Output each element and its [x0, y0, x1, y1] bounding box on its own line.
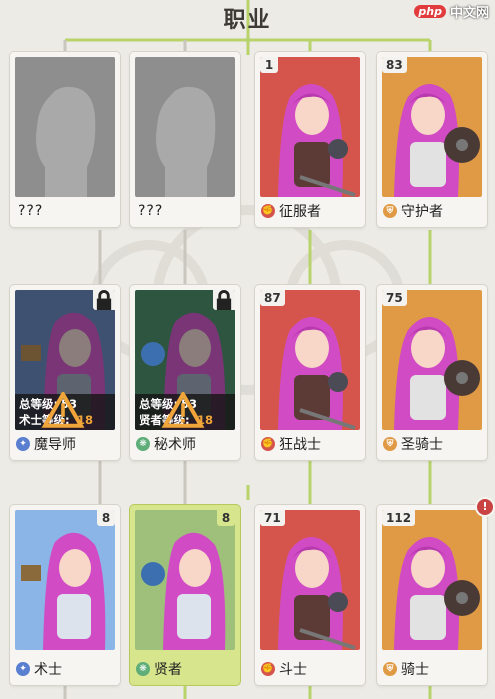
shield-icon: ⛨ [383, 204, 397, 218]
class-name: 骑士 [401, 662, 429, 678]
class-name: ??? [18, 203, 44, 219]
class-name: 征服者 [279, 204, 321, 220]
class-level: 112 [382, 510, 416, 526]
class-card-fighter[interactable]: 71 ✊ 斗士 [255, 505, 365, 685]
class-name-row: ❋ 贤者 [136, 659, 182, 679]
class-name: ??? [138, 203, 164, 219]
class-level: 71 [260, 510, 285, 526]
class-level: 75 [382, 290, 407, 306]
class-name: 圣骑士 [401, 437, 443, 453]
class-card-guardian[interactable]: 83 ⛨ 守护者 [377, 52, 487, 227]
class-name: 守护者 [401, 204, 443, 220]
arcane-icon: ❋ [136, 437, 150, 451]
class-name-row: ⛨ 守护者 [383, 201, 443, 221]
character-portrait: 75 [382, 290, 482, 430]
class-level: 8 [97, 510, 115, 526]
class-name-row: ✊ 斗士 [261, 659, 307, 679]
class-name: 狂战士 [279, 437, 321, 453]
class-name: 术士 [34, 662, 62, 678]
magic-icon: ✦ [16, 437, 30, 451]
alert-badge: ! [477, 499, 493, 515]
lock-icon [93, 290, 115, 310]
class-name: 斗士 [279, 662, 307, 678]
class-level: 87 [260, 290, 285, 306]
fist-icon: ✊ [261, 204, 275, 218]
class-name-row: ✊ 狂战士 [261, 434, 321, 454]
class-card-magus[interactable]: 总等级: 53 术士等级: 18 ✦ 魔导师 [10, 285, 120, 460]
watermark-logo: php [414, 5, 446, 18]
shield-icon: ⛨ [383, 437, 397, 451]
fist-icon: ✊ [261, 662, 275, 676]
character-portrait: 总等级: 53 术士等级: 18 [15, 290, 115, 430]
class-name-row: ✦ 术士 [16, 659, 62, 679]
class-card-knight[interactable]: 112 ⛨ 骑士 ! [377, 499, 493, 685]
fist-icon: ✊ [261, 437, 275, 451]
class-card-warlock[interactable]: 8 ✦ 术士 [10, 505, 120, 685]
warning-icon [41, 392, 85, 428]
warning-icon [161, 392, 205, 428]
class-name-row: ⛨ 骑士 [383, 659, 429, 679]
silhouette-portrait [135, 57, 235, 197]
lock-icon [213, 290, 235, 310]
watermark: php 中文网 [414, 2, 489, 21]
character-portrait: 71 [260, 510, 360, 650]
character-portrait: 1 [260, 57, 360, 197]
unlock-requirements: 总等级: 53 贤者等级: 18 [135, 392, 235, 430]
class-level: 8 [217, 510, 235, 526]
character-portrait: 83 [382, 57, 482, 197]
unlock-requirements: 总等级: 53 术士等级: 18 [15, 392, 115, 430]
class-card-unknown-2[interactable]: ??? [130, 52, 240, 227]
class-level: 1 [260, 57, 278, 73]
character-portrait: 总等级: 53 贤者等级: 18 [135, 290, 235, 430]
watermark-text: 中文网 [449, 6, 489, 21]
character-portrait: 87 [260, 290, 360, 430]
character-portrait: 112 [382, 510, 482, 650]
class-name-row: ✦ 魔导师 [16, 434, 76, 454]
silhouette-portrait [15, 57, 115, 197]
magic-icon: ✦ [16, 662, 30, 676]
class-name-row: ❋ 秘术师 [136, 434, 196, 454]
class-card-berserker[interactable]: 87 ✊ 狂战士 [255, 285, 365, 460]
class-card-paladin[interactable]: 75 ⛨ 圣骑士 [377, 285, 487, 460]
class-name: 魔导师 [34, 437, 76, 453]
class-name: 贤者 [154, 662, 182, 678]
arcane-icon: ❋ [136, 662, 150, 676]
shield-icon: ⛨ [383, 662, 397, 676]
class-card-unknown-1[interactable]: ??? [10, 52, 120, 227]
class-card-arcanist[interactable]: 总等级: 53 贤者等级: 18 ❋ 秘术师 [130, 285, 240, 460]
class-name: 秘术师 [154, 437, 196, 453]
class-card-sage[interactable]: 8 ❋ 贤者 [130, 505, 240, 685]
class-level: 83 [382, 57, 407, 73]
class-name-row: ⛨ 圣骑士 [383, 434, 443, 454]
class-card-conqueror[interactable]: 1 ✊ 征服者 [255, 52, 365, 227]
character-portrait: 8 [15, 510, 115, 650]
character-portrait: 8 [135, 510, 235, 650]
class-name-row: ✊ 征服者 [261, 201, 321, 221]
